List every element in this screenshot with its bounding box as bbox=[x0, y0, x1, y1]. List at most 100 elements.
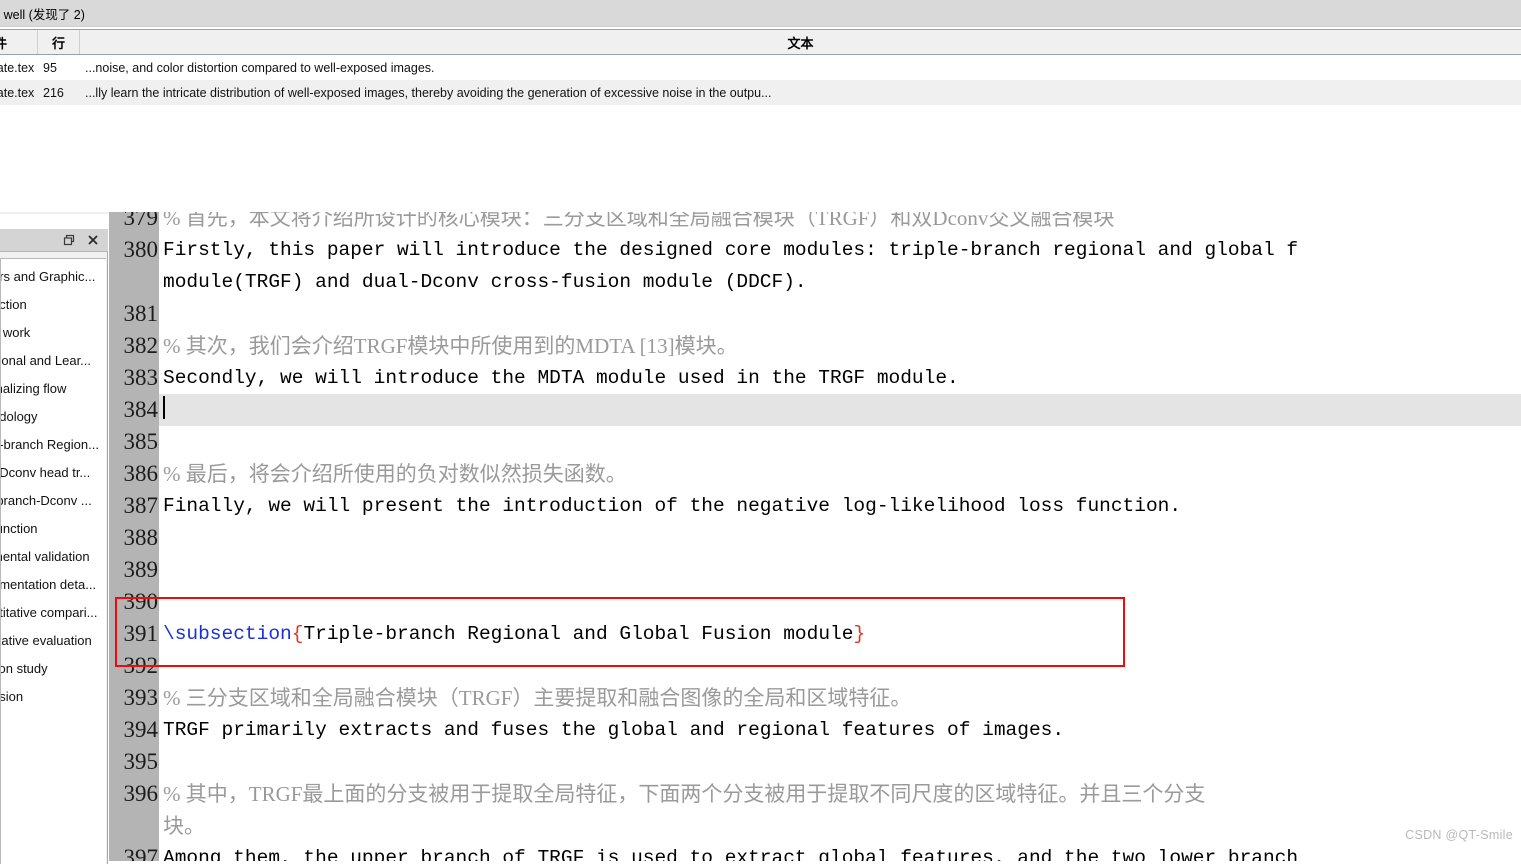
structure-tree[interactable]: ers and Graphic... uction d work itional… bbox=[0, 258, 106, 864]
line-content[interactable]: Among them, the upper branch of TRGF is … bbox=[159, 842, 1521, 861]
close-icon[interactable] bbox=[86, 233, 100, 247]
editor-line[interactable]: 380 Firstly, this paper will introduce t… bbox=[109, 234, 1521, 266]
line-content[interactable]: TRGF primarily extracts and fuses the gl… bbox=[159, 714, 1521, 746]
line-number-blank: · bbox=[109, 810, 159, 842]
line-content[interactable]: % 三分支区域和全局融合模块（TRGF）主要提取和融合图像的全局和区域特征。 bbox=[159, 682, 1521, 714]
line-number: 380 bbox=[109, 234, 159, 266]
structure-item[interactable]: ers and Graphic... bbox=[1, 263, 106, 291]
editor-line-current[interactable]: 384 bbox=[109, 394, 1521, 426]
line-content[interactable]: % 其次，我们会介绍TRGF模块中所使用到的MDTA [13]模块。 bbox=[159, 330, 1521, 362]
structure-item[interactable]: mental validation bbox=[1, 543, 106, 571]
line-number: 382 bbox=[109, 330, 159, 362]
search-results-list: late.tex 95 ...noise, and color distorti… bbox=[0, 55, 1521, 105]
editor-line[interactable]: 388 bbox=[109, 522, 1521, 554]
structure-item[interactable]: ntitative compari... bbox=[1, 599, 106, 627]
structure-item[interactable]: itional and Lear... bbox=[1, 347, 106, 375]
result-line: 216 bbox=[43, 85, 64, 100]
line-number: 397 bbox=[109, 842, 159, 861]
result-line: 95 bbox=[43, 60, 57, 75]
line-number: 394 bbox=[109, 714, 159, 746]
editor-line[interactable]: 389 bbox=[109, 554, 1521, 586]
line-number: 396 bbox=[109, 778, 159, 810]
structure-panel: ers and Graphic... uction d work itional… bbox=[0, 229, 108, 864]
subsection-title: Triple-branch Regional and Global Fusion… bbox=[303, 623, 854, 645]
structure-item[interactable]: -branch-Dconv ... bbox=[1, 487, 106, 515]
line-number: 391 bbox=[109, 618, 159, 650]
line-number: 389 bbox=[109, 554, 159, 586]
line-number: 393 bbox=[109, 682, 159, 714]
editor-line[interactable]: 385 bbox=[109, 426, 1521, 458]
structure-item[interactable]: uction bbox=[1, 291, 106, 319]
line-content[interactable]: % 最后，将会介绍所使用的负对数似然损失函数。 bbox=[159, 458, 1521, 490]
structure-panel-titlebar bbox=[0, 229, 108, 252]
search-panel-title: · well (发现了 2) bbox=[0, 7, 85, 22]
result-file: late.tex bbox=[0, 85, 35, 100]
structure-item[interactable]: function bbox=[1, 515, 106, 543]
structure-item[interactable]: ementation deta... bbox=[1, 571, 106, 599]
latex-editor[interactable]: 379 % 首先，本文将介绍所设计的核心模块：三分支区域和全局融合模块（TRGF… bbox=[109, 212, 1521, 864]
structure-item[interactable]: e-branch Region... bbox=[1, 431, 106, 459]
line-content[interactable]: Secondly, we will introduce the MDTA mod… bbox=[159, 362, 1521, 394]
app-window: · well (发现了 2) 件 行 文本 late.tex 95 ...noi… bbox=[0, 0, 1521, 864]
text-caret bbox=[163, 396, 165, 419]
result-file: late.tex bbox=[0, 60, 35, 75]
search-result-row[interactable]: late.tex 216 ...lly learn the intricate … bbox=[0, 80, 1521, 105]
line-number: 384 bbox=[109, 394, 159, 426]
editor-line[interactable]: 391 \subsection{Triple-branch Regional a… bbox=[109, 618, 1521, 650]
structure-item[interactable]: malizing flow bbox=[1, 375, 106, 403]
close-brace: } bbox=[853, 623, 866, 645]
search-results-empty-area bbox=[0, 105, 1521, 212]
editor-line[interactable]: 379 % 首先，本文将介绍所设计的核心模块：三分支区域和全局融合模块（TRGF… bbox=[109, 212, 1521, 234]
structure-item[interactable]: i-Dconv head tr... bbox=[1, 459, 106, 487]
line-content[interactable]: module(TRGF) and dual-Dconv cross-fusion… bbox=[159, 266, 1521, 298]
line-content[interactable]: \subsection{Triple-branch Regional and G… bbox=[159, 618, 1521, 650]
open-brace: { bbox=[291, 623, 304, 645]
editor-line[interactable]: 393 % 三分支区域和全局融合模块（TRGF）主要提取和融合图像的全局和区域特… bbox=[109, 682, 1521, 714]
editor-line[interactable]: 394 TRGF primarily extracts and fuses th… bbox=[109, 714, 1521, 746]
line-number: 383 bbox=[109, 362, 159, 394]
editor-line[interactable]: 397 Among them, the upper branch of TRGF… bbox=[109, 842, 1521, 861]
result-text: ...lly learn the intricate distribution … bbox=[85, 85, 772, 100]
search-results-panel: · well (发现了 2) 件 行 文本 late.tex 95 ...noi… bbox=[0, 0, 1521, 213]
search-panel-titlebar: · well (发现了 2) bbox=[0, 0, 1521, 27]
line-content[interactable] bbox=[159, 394, 1521, 426]
line-number: 379 bbox=[109, 212, 159, 234]
line-number: 386 bbox=[109, 458, 159, 490]
line-number: 390 bbox=[109, 586, 159, 618]
line-content[interactable]: Firstly, this paper will introduce the d… bbox=[159, 234, 1521, 266]
line-number: 388 bbox=[109, 522, 159, 554]
editor-line[interactable]: 390 bbox=[109, 586, 1521, 618]
line-content[interactable]: % 首先，本文将介绍所设计的核心模块：三分支区域和全局融合模块（TRGF）和双D… bbox=[159, 212, 1521, 234]
editor-scroll-area[interactable]: 379 % 首先，本文将介绍所设计的核心模块：三分支区域和全局融合模块（TRGF… bbox=[109, 212, 1521, 864]
line-number: 395 bbox=[109, 746, 159, 778]
restore-icon[interactable] bbox=[62, 233, 76, 247]
line-number-blank: · bbox=[109, 266, 159, 298]
search-results-header: 件 行 文本 bbox=[0, 29, 1521, 55]
column-header-line[interactable]: 行 bbox=[38, 30, 80, 54]
line-content[interactable]: 块。 bbox=[159, 810, 1521, 842]
structure-item[interactable]: tion study bbox=[1, 655, 106, 683]
structure-item[interactable]: usion bbox=[1, 683, 106, 711]
line-content[interactable]: Finally, we will present the introductio… bbox=[159, 490, 1521, 522]
editor-line[interactable]: 395 bbox=[109, 746, 1521, 778]
editor-line[interactable]: 387 Finally, we will present the introdu… bbox=[109, 490, 1521, 522]
editor-line-wrap[interactable]: · 块。 bbox=[109, 810, 1521, 842]
editor-line[interactable]: 386 % 最后，将会介绍所使用的负对数似然损失函数。 bbox=[109, 458, 1521, 490]
watermark: CSDN @QT-Smile bbox=[1405, 828, 1513, 842]
editor-line[interactable]: 396 % 其中，TRGF最上面的分支被用于提取全局特征，下面两个分支被用于提取… bbox=[109, 778, 1521, 810]
editor-line[interactable]: 383 Secondly, we will introduce the MDTA… bbox=[109, 362, 1521, 394]
editor-line[interactable]: 382 % 其次，我们会介绍TRGF模块中所使用到的MDTA [13]模块。 bbox=[109, 330, 1521, 362]
column-header-file[interactable]: 件 bbox=[0, 30, 38, 54]
editor-line[interactable]: 381 bbox=[109, 298, 1521, 330]
latex-command: \subsection bbox=[163, 623, 292, 645]
column-header-text[interactable]: 文本 bbox=[80, 30, 1521, 54]
search-result-row[interactable]: late.tex 95 ...noise, and color distorti… bbox=[0, 55, 1521, 80]
result-text: ...noise, and color distortion compared … bbox=[85, 60, 435, 75]
editor-line-wrap[interactable]: · module(TRGF) and dual-Dconv cross-fusi… bbox=[109, 266, 1521, 298]
line-content[interactable]: % 其中，TRGF最上面的分支被用于提取全局特征，下面两个分支被用于提取不同尺度… bbox=[159, 778, 1521, 810]
editor-line[interactable]: 392 bbox=[109, 650, 1521, 682]
structure-item[interactable]: litative evaluation bbox=[1, 627, 106, 655]
structure-item[interactable]: d work bbox=[1, 319, 106, 347]
line-number: 387 bbox=[109, 490, 159, 522]
structure-item[interactable]: odology bbox=[1, 403, 106, 431]
